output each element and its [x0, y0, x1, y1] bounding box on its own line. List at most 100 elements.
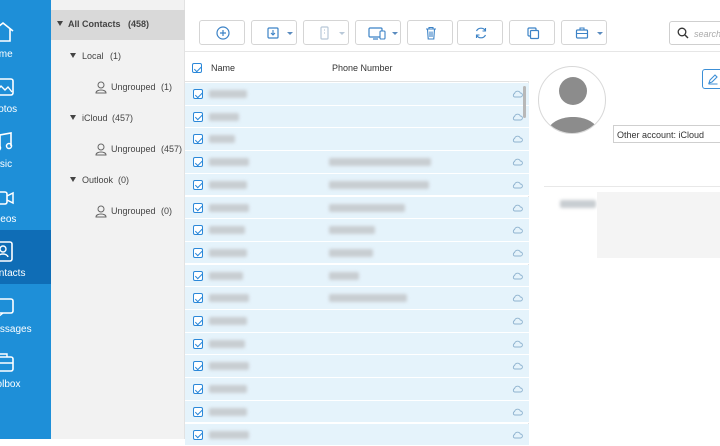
tree-subgroup-icloud-ungrouped[interactable]: Ungrouped (457)	[51, 135, 185, 165]
add-button[interactable]	[199, 20, 245, 45]
refresh-button[interactable]	[457, 20, 503, 45]
tree-group-local[interactable]: Local (1)	[51, 42, 185, 72]
nav-item-music[interactable]: Music	[0, 124, 51, 178]
export-button[interactable]	[303, 20, 349, 45]
nav-item-contacts[interactable]: Contacts	[0, 230, 51, 284]
row-checkbox[interactable]	[193, 248, 203, 258]
transfer-to-device-icon	[368, 26, 386, 40]
delete-icon	[424, 26, 438, 40]
table-row[interactable]	[185, 287, 529, 310]
row-checkbox[interactable]	[193, 407, 203, 417]
cloud-icon	[512, 226, 523, 234]
tree-subgroup-label: Ungrouped	[111, 82, 156, 92]
table-row[interactable]	[185, 424, 529, 446]
table-row[interactable]	[185, 378, 529, 401]
row-checkbox[interactable]	[193, 271, 203, 281]
cloud-icon	[512, 249, 523, 257]
nav-item-toolbox[interactable]: Toolbox	[0, 344, 51, 398]
nav-item-messages[interactable]: Messages	[0, 289, 51, 343]
nav-item-photos[interactable]: Photos	[0, 69, 51, 123]
row-checkbox[interactable]	[193, 134, 203, 144]
user-icon	[95, 143, 107, 156]
table-row[interactable]	[185, 106, 529, 129]
nav-label-messages: Messages	[0, 324, 56, 335]
duplicate-icon	[526, 26, 540, 40]
cloud-icon	[512, 135, 523, 143]
tree-group-icloud[interactable]: iCloud (457)	[51, 104, 185, 134]
row-checkbox[interactable]	[193, 316, 203, 326]
row-checkbox[interactable]	[193, 339, 203, 349]
table-row[interactable]	[185, 333, 529, 356]
table-row[interactable]	[185, 219, 529, 242]
cloud-icon	[512, 340, 523, 348]
cloud-icon	[512, 385, 523, 393]
tree-all-contacts[interactable]: All Contacts (458)	[51, 10, 185, 40]
nav-item-home[interactable]: Home	[0, 14, 51, 68]
table-row[interactable]	[185, 401, 529, 424]
row-checkbox[interactable]	[193, 112, 203, 122]
table-row[interactable]	[185, 151, 529, 174]
tree-subgroup-outlook-ungrouped[interactable]: Ungrouped (0)	[51, 197, 185, 227]
delete-button[interactable]	[407, 20, 453, 45]
table-row[interactable]	[185, 265, 529, 288]
tree-all-contacts-count: (458)	[128, 19, 149, 29]
tree-subgroup-local-ungrouped[interactable]: Ungrouped (1)	[51, 73, 185, 103]
divider	[544, 186, 720, 187]
row-checkbox[interactable]	[193, 293, 203, 303]
export-icon	[318, 26, 332, 40]
videos-icon	[0, 186, 15, 208]
contact-name-redacted	[209, 362, 249, 370]
row-checkbox[interactable]	[193, 361, 203, 371]
import-button[interactable]	[251, 20, 297, 45]
row-checkbox[interactable]	[193, 180, 203, 190]
edit-button[interactable]	[702, 69, 720, 89]
table-row[interactable]	[185, 128, 529, 151]
contact-phone-redacted	[329, 294, 407, 302]
table-row[interactable]	[185, 310, 529, 333]
contact-name-redacted	[209, 226, 245, 234]
cloud-icon	[512, 113, 523, 121]
account-selector[interactable]: Other account: iCloud	[613, 125, 720, 143]
row-checkbox[interactable]	[193, 225, 203, 235]
home-icon	[0, 21, 15, 43]
tree-group-outlook[interactable]: Outlook (0)	[51, 166, 185, 196]
nav-label-videos: Videos	[0, 214, 56, 225]
account-label: Other account: iCloud	[617, 130, 704, 140]
music-icon	[0, 131, 15, 153]
row-checkbox[interactable]	[193, 203, 203, 213]
chevron-down-icon	[597, 32, 603, 35]
toolbox-button[interactable]	[561, 20, 607, 45]
column-header-name[interactable]: Name	[211, 63, 235, 73]
search-box[interactable]: search	[669, 21, 720, 45]
table-row[interactable]	[185, 83, 529, 106]
tree-subgroup-count: (457)	[161, 144, 182, 154]
select-all-checkbox[interactable]	[192, 63, 202, 73]
table-row[interactable]	[185, 197, 529, 220]
search-input[interactable]: search	[694, 29, 720, 39]
row-checkbox[interactable]	[193, 89, 203, 99]
tree-group-label: Outlook	[82, 175, 113, 185]
row-checkbox[interactable]	[193, 430, 203, 440]
contact-name-redacted	[209, 317, 247, 325]
avatar	[538, 66, 606, 134]
transfer-to-device-button[interactable]	[355, 20, 401, 45]
photos-icon	[0, 76, 15, 98]
column-header-phone[interactable]: Phone Number	[332, 63, 393, 73]
cloud-icon	[512, 204, 523, 212]
table-row[interactable]	[185, 242, 529, 265]
scrollbar-thumb[interactable]	[523, 86, 526, 118]
contact-name-redacted	[209, 135, 235, 143]
row-checkbox[interactable]	[193, 384, 203, 394]
tree-group-count: (0)	[118, 175, 129, 185]
table-row[interactable]	[185, 174, 529, 197]
table-row[interactable]	[185, 355, 529, 378]
row-checkbox[interactable]	[193, 157, 203, 167]
contacts-icon	[0, 240, 15, 262]
contact-name-redacted	[209, 181, 247, 189]
cloud-icon	[512, 90, 523, 98]
contact-name-redacted	[209, 340, 245, 348]
import-icon	[266, 26, 280, 40]
nav-item-videos[interactable]: Videos	[0, 179, 51, 233]
contact-name-redacted	[209, 90, 247, 98]
duplicate-button[interactable]	[509, 20, 555, 45]
